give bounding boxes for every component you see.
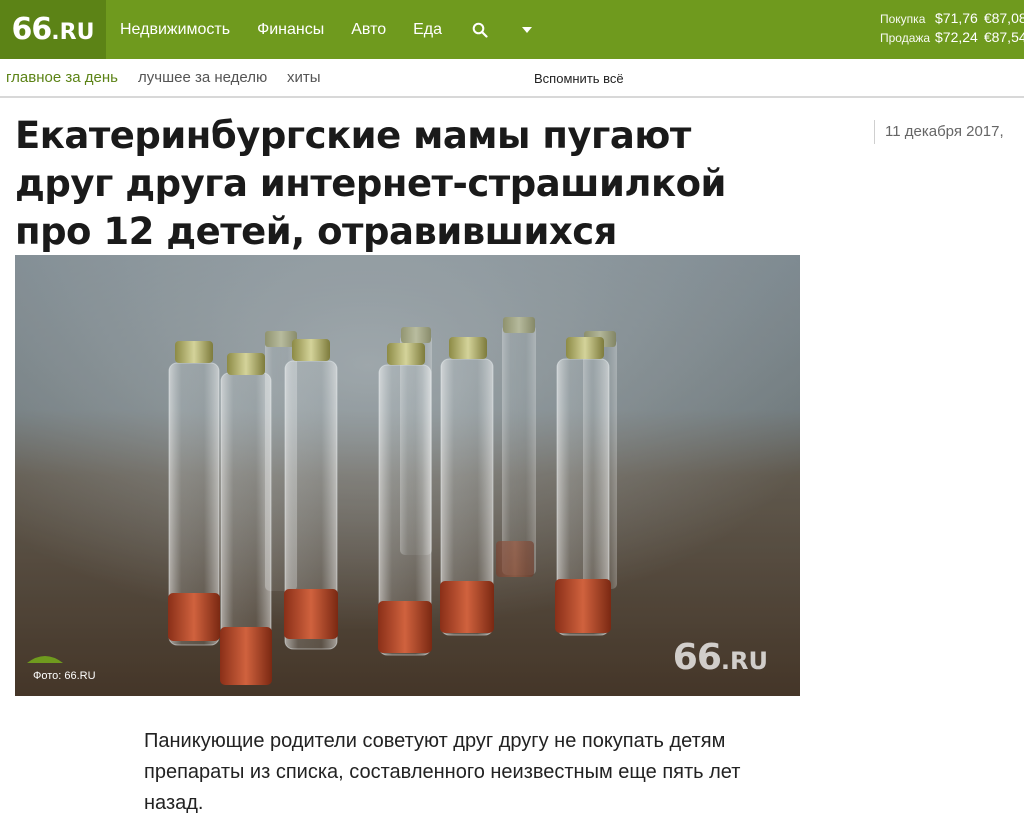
rate-sell-row: Продажа $72,24 €87,54 [880, 28, 1024, 47]
article-date-text: 11 декабря 2017, [885, 123, 1004, 140]
rate-sell-usd: $72,24 [935, 29, 978, 45]
article-photo[interactable]: Фото: 66.RU 66.RU [15, 255, 800, 696]
photo-watermark: 66.RU [672, 637, 768, 678]
subnav-remember-link[interactable]: Вспомнить всё [534, 71, 624, 86]
rate-buy-usd: $71,76 [935, 10, 978, 26]
rate-buy-label: Покупка [880, 12, 926, 26]
rate-buy-eur: €87,08 [983, 10, 1024, 26]
nav-item-food[interactable]: Еда [413, 21, 442, 39]
photo-corner-badge [27, 656, 63, 663]
subnav-tab-week[interactable]: лучшее за неделю [138, 69, 267, 86]
subnav-tab-day[interactable]: главное за день [6, 69, 118, 86]
chevron-down-icon[interactable] [522, 26, 533, 33]
rate-buy-row: Покупка $71,76 €87,08 [880, 9, 1024, 28]
article-date: 11 декабря 2017, [874, 120, 1004, 144]
logo-text: 66.RU [11, 12, 95, 47]
currency-rates: Покупка $71,76 €87,08 Продажа $72,24 €87… [880, 9, 1024, 47]
photo-vials-illustration [15, 255, 800, 696]
nav-item-finance[interactable]: Финансы [257, 21, 324, 39]
nav-item-realty[interactable]: Недвижимость [120, 21, 230, 39]
site-logo[interactable]: 66.RU [0, 0, 106, 59]
photo-caption: Фото: 66.RU [33, 670, 96, 682]
rate-sell-label: Продажа [880, 31, 931, 45]
main-nav: Недвижимость Финансы Авто Еда [120, 0, 533, 59]
rate-sell-eur: €87,54 [983, 29, 1024, 45]
sub-nav: главное за день лучшее за неделю хиты Вс… [0, 59, 1024, 98]
subnav-tab-hits[interactable]: хиты [287, 69, 321, 86]
search-icon[interactable] [472, 22, 488, 38]
article-lead: Паникующие родители советуют друг другу … [144, 730, 741, 814]
nav-item-auto[interactable]: Авто [351, 21, 386, 39]
top-bar: 66.RU Недвижимость Финансы Авто Еда Поку… [0, 0, 1024, 59]
